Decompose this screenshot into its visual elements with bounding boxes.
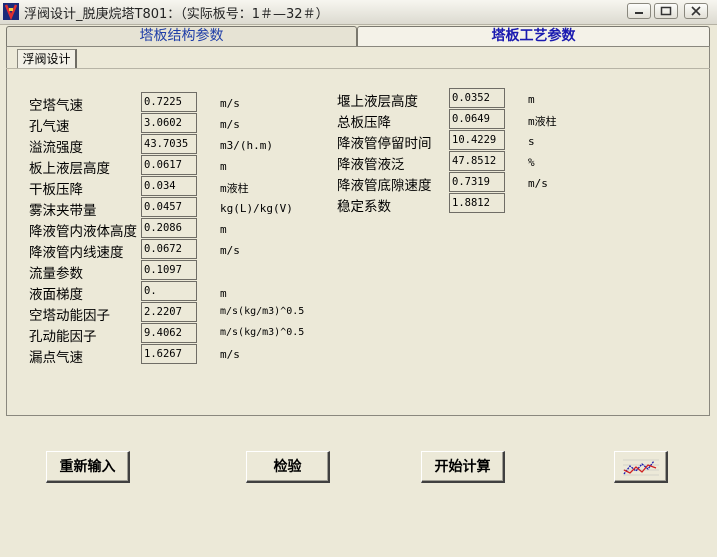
param-unit: m/s xyxy=(220,244,240,257)
maximize-icon xyxy=(660,6,672,16)
subtab-valve-design[interactable]: 浮阀设计 xyxy=(17,49,77,68)
param-value-field[interactable]: 9.4062 xyxy=(141,323,197,343)
param-value-field[interactable]: 0.034 xyxy=(141,176,197,196)
param-unit: m/s xyxy=(528,177,548,190)
param-value-field[interactable]: 0.0352 xyxy=(449,88,505,108)
param-value-field[interactable]: 0.0617 xyxy=(141,155,197,175)
param-unit: m/s(kg/m3)^0.5 xyxy=(220,306,305,317)
param-label: 降液管液泛 xyxy=(337,157,405,173)
param-value-field[interactable]: 0.2086 xyxy=(141,218,197,238)
param-value-field[interactable]: 1.8812 xyxy=(449,193,505,213)
param-unit: m/s(kg/m3)^0.5 xyxy=(220,327,305,338)
param-label: 降液管底隙速度 xyxy=(337,178,432,194)
param-label: 稳定系数 xyxy=(337,199,391,215)
param-label: 板上液层高度 xyxy=(29,161,110,177)
param-label: 降液管内液体高度 xyxy=(29,224,137,240)
param-value-field[interactable]: 0.1097 xyxy=(141,260,197,280)
param-unit: m xyxy=(220,160,227,173)
param-value-field[interactable]: 0. xyxy=(141,281,197,301)
close-icon xyxy=(691,6,701,16)
tab-process-params[interactable]: 塔板工艺参数 xyxy=(357,26,710,47)
line-chart-icon xyxy=(623,459,659,476)
param-label: 孔动能因子 xyxy=(29,329,97,345)
window-title: 浮阀设计_脱庚烷塔T801：（实际板号：1＃—32＃） xyxy=(24,7,329,22)
param-value-field[interactable]: 0.7225 xyxy=(141,92,197,112)
param-unit: m xyxy=(528,93,535,106)
param-value-field[interactable]: 0.0649 xyxy=(449,109,505,129)
app-icon xyxy=(3,3,19,20)
chart-button[interactable] xyxy=(614,451,668,483)
param-unit: kg(L)/kg(V) xyxy=(220,202,293,215)
param-unit: m液柱 xyxy=(528,115,557,128)
subtab-divider xyxy=(6,68,710,69)
param-value-field[interactable]: 3.0602 xyxy=(141,113,197,133)
minimize-icon xyxy=(635,12,643,14)
param-label: 降液管内线速度 xyxy=(29,245,124,261)
title-bar: 浮阀设计_脱庚烷塔T801：（实际板号：1＃—32＃） xyxy=(0,0,717,25)
close-button[interactable] xyxy=(684,3,708,19)
param-label: 堰上液层高度 xyxy=(337,94,418,110)
param-label: 溢流强度 xyxy=(29,140,83,156)
check-button[interactable]: 检验 xyxy=(246,451,330,483)
param-label: 流量参数 xyxy=(29,266,83,282)
param-value-field[interactable]: 43.7035 xyxy=(141,134,197,154)
param-value-field[interactable]: 0.7319 xyxy=(449,172,505,192)
param-value-field[interactable]: 1.6267 xyxy=(141,344,197,364)
param-label: 降液管停留时间 xyxy=(337,136,432,152)
param-unit: m/s xyxy=(220,348,240,361)
param-unit: m/s xyxy=(220,118,240,131)
param-label: 漏点气速 xyxy=(29,350,83,366)
param-label: 雾沫夹带量 xyxy=(29,203,97,219)
param-label: 空塔气速 xyxy=(29,98,83,114)
tab-structure-params[interactable]: 塔板结构参数 xyxy=(6,26,357,47)
start-calculation-button[interactable]: 开始计算 xyxy=(421,451,505,483)
param-unit: m/s xyxy=(220,97,240,110)
param-unit: m3/(h.m) xyxy=(220,139,273,152)
param-value-field[interactable]: 47.8512 xyxy=(449,151,505,171)
param-unit: s xyxy=(528,135,535,148)
param-unit: m液柱 xyxy=(220,182,249,195)
param-unit: m xyxy=(220,287,227,300)
param-label: 总板压降 xyxy=(337,115,391,131)
param-label: 孔气速 xyxy=(29,119,70,135)
param-unit: m xyxy=(220,223,227,236)
param-label: 空塔动能因子 xyxy=(29,308,110,324)
param-value-field[interactable]: 10.4229 xyxy=(449,130,505,150)
minimize-button[interactable] xyxy=(627,3,651,19)
param-value-field[interactable]: 0.0672 xyxy=(141,239,197,259)
param-label: 干板压降 xyxy=(29,182,83,198)
param-unit: % xyxy=(528,156,535,169)
maximize-button[interactable] xyxy=(654,3,678,19)
param-label: 液面梯度 xyxy=(29,287,83,303)
reset-button[interactable]: 重新输入 xyxy=(46,451,130,483)
param-value-field[interactable]: 2.2207 xyxy=(141,302,197,322)
param-value-field[interactable]: 0.0457 xyxy=(141,197,197,217)
